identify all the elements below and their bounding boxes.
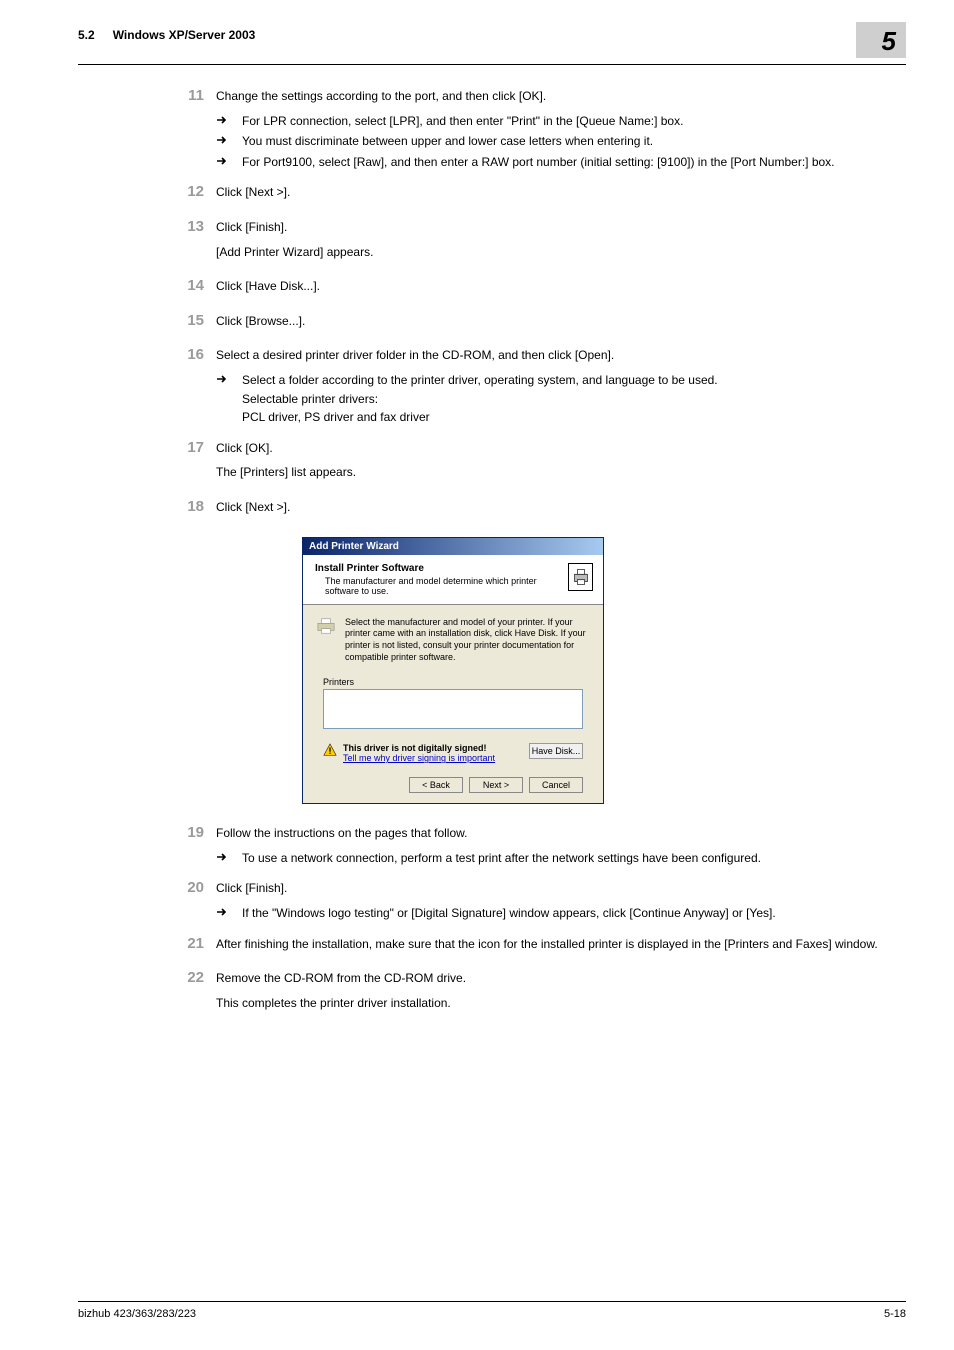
step-17: 17 Click [OK]. The [Printers] list appea…: [170, 439, 906, 488]
step-number: 19: [170, 824, 204, 841]
arrow-icon: [216, 849, 242, 867]
step-text: Click [OK].: [216, 439, 906, 458]
wizard-window: Add Printer Wizard Install Printer Softw…: [302, 537, 604, 805]
wizard-info-text: Select the manufacturer and model of you…: [345, 617, 591, 664]
footer-model: bizhub 423/363/283/223: [78, 1308, 196, 1320]
sub-item: If the "Windows logo testing" or [Digita…: [216, 904, 906, 923]
sign-warning-text: This driver is not digitally signed!: [343, 743, 495, 753]
step-number: 16: [170, 346, 204, 363]
step-number: 18: [170, 498, 204, 515]
section-number: 5.2: [78, 28, 95, 42]
sub-item: Select a folder according to the printer…: [216, 371, 906, 427]
sub-text: For Port9100, select [Raw], and then ent…: [242, 153, 906, 172]
step-number: 11: [170, 87, 204, 104]
chapter-number: 5: [882, 26, 896, 57]
step-text: Click [Finish].: [216, 218, 906, 237]
step-number: 21: [170, 935, 204, 952]
step-extra: This completes the printer driver instal…: [216, 994, 906, 1013]
chapter-box: 5: [856, 22, 906, 58]
step-20: 20 Click [Finish]. If the "Windows logo …: [170, 879, 906, 924]
step-text: Click [Next >].: [216, 498, 906, 517]
sign-info-link[interactable]: Tell me why driver signing is important: [343, 753, 495, 763]
step-21: 21 After finishing the installation, mak…: [170, 935, 906, 960]
step-text: Select a desired printer driver folder i…: [216, 346, 906, 365]
printer-badge-icon: [568, 563, 593, 591]
step-text: Follow the instructions on the pages tha…: [216, 824, 906, 843]
step-22: 22 Remove the CD-ROM from the CD-ROM dri…: [170, 969, 906, 1018]
sub-text: To use a network connection, perform a t…: [242, 849, 906, 868]
next-button[interactable]: Next >: [469, 777, 523, 793]
step-text: Click [Next >].: [216, 183, 906, 202]
footer: bizhub 423/363/283/223 5-18: [78, 1301, 906, 1320]
warning-icon: [323, 743, 337, 757]
step-number: 15: [170, 312, 204, 329]
cancel-button[interactable]: Cancel: [529, 777, 583, 793]
step-text: After finishing the installation, make s…: [216, 935, 906, 954]
printer-icon: [315, 617, 337, 635]
sub-text: If the "Windows logo testing" or [Digita…: [242, 904, 906, 923]
sub-item: For LPR connection, select [LPR], and th…: [216, 112, 906, 131]
arrow-icon: [216, 371, 242, 389]
step-text: Click [Have Disk...].: [216, 277, 906, 296]
arrow-icon: [216, 132, 242, 150]
sub-item: To use a network connection, perform a t…: [216, 849, 906, 868]
step-12: 12 Click [Next >].: [170, 183, 906, 208]
section-title: Windows XP/Server 2003: [113, 28, 256, 42]
step-15: 15 Click [Browse...].: [170, 312, 906, 337]
content: 11 Change the settings according to the …: [0, 65, 954, 1018]
header-right: 5: [856, 28, 906, 58]
step-18: 18 Click [Next >].: [170, 498, 906, 523]
step-number: 12: [170, 183, 204, 200]
step-number: 14: [170, 277, 204, 294]
arrow-icon: [216, 153, 242, 171]
sub-text: You must discriminate between upper and …: [242, 132, 906, 151]
driver-sign-row: This driver is not digitally signed! Tel…: [323, 743, 583, 763]
wizard-title-bar: Add Printer Wizard: [303, 538, 603, 555]
sub-item: You must discriminate between upper and …: [216, 132, 906, 151]
step-extra: The [Printers] list appears.: [216, 463, 906, 482]
step-number: 17: [170, 439, 204, 456]
sub-text: Select a folder according to the printer…: [242, 371, 906, 427]
step-number: 22: [170, 969, 204, 986]
step-16: 16 Select a desired printer driver folde…: [170, 346, 906, 428]
step-text: Remove the CD-ROM from the CD-ROM drive.: [216, 969, 906, 988]
printers-label: Printers: [323, 677, 591, 687]
footer-page: 5-18: [884, 1308, 906, 1320]
wizard-header: Install Printer Software The manufacture…: [303, 555, 603, 605]
step-19: 19 Follow the instructions on the pages …: [170, 824, 906, 869]
sub-item: For Port9100, select [Raw], and then ent…: [216, 153, 906, 172]
arrow-icon: [216, 112, 242, 130]
have-disk-button[interactable]: Have Disk...: [529, 743, 583, 759]
sub-text: For LPR connection, select [LPR], and th…: [242, 112, 906, 131]
step-11: 11 Change the settings according to the …: [170, 87, 906, 173]
step-13: 13 Click [Finish]. [Add Printer Wizard] …: [170, 218, 906, 267]
step-number: 13: [170, 218, 204, 235]
back-button[interactable]: < Back: [409, 777, 463, 793]
figure-add-printer-wizard: Add Printer Wizard Install Printer Softw…: [0, 537, 906, 805]
step-text: Click [Finish].: [216, 879, 906, 898]
step-number: 20: [170, 879, 204, 896]
step-extra: [Add Printer Wizard] appears.: [216, 243, 906, 262]
step-text: Click [Browse...].: [216, 312, 906, 331]
printers-list[interactable]: [323, 689, 583, 729]
step-14: 14 Click [Have Disk...].: [170, 277, 906, 302]
wizard-head-title: Install Printer Software: [315, 563, 568, 574]
arrow-icon: [216, 904, 242, 922]
wizard-info: Select the manufacturer and model of you…: [315, 617, 591, 664]
step-text: Change the settings according to the por…: [216, 87, 906, 106]
header-left: 5.2 Windows XP/Server 2003: [78, 28, 255, 42]
wizard-head-sub: The manufacturer and model determine whi…: [325, 576, 568, 596]
